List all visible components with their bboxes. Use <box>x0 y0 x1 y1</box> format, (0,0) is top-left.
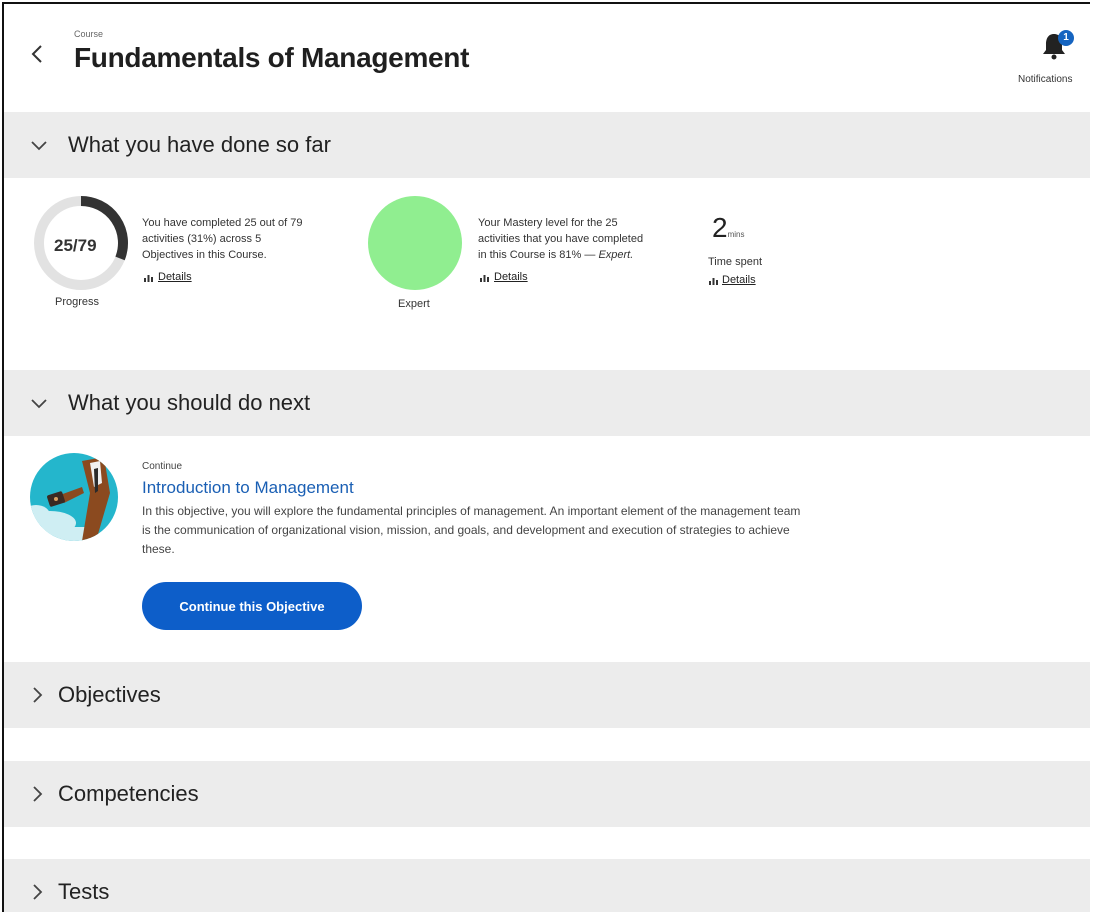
section-objectives-header[interactable]: Objectives <box>4 662 1090 728</box>
mastery-description: Your Mastery level for the 25 activities… <box>478 215 643 263</box>
section-done-title: What you have done so far <box>68 132 331 157</box>
mastery-details-link[interactable]: Details <box>494 271 528 283</box>
notifications-button[interactable]: 1 Notifications <box>1014 28 1090 90</box>
objective-description: In this objective, you will explore the … <box>142 504 801 556</box>
section-tests-title: Tests <box>58 879 110 904</box>
progress-caption: Progress <box>55 296 100 308</box>
progress-value: 25/79 <box>54 236 97 255</box>
mastery-level-text: Expert. <box>598 249 634 261</box>
bar-chart-icon <box>480 275 489 282</box>
mastery-description-line-3: in this Course is 81% — Expert. <box>478 247 643 263</box>
mastery-circle <box>368 196 462 290</box>
bar-chart-icon <box>709 278 718 285</box>
time-spent-value: 2 <box>712 212 728 243</box>
page-frame: Course Fundamentals of Management 1 Noti… <box>2 2 1090 912</box>
page-title: Fundamentals of Management <box>74 42 470 73</box>
objective-title-link[interactable]: Introduction to Management <box>142 478 354 498</box>
section-competencies-header[interactable]: Competencies <box>4 761 1090 827</box>
section-done-header[interactable]: What you have done so far <box>4 112 1090 178</box>
section-next-title: What you should do next <box>68 390 311 415</box>
back-arrow-icon[interactable] <box>26 40 48 68</box>
continue-label: Continue <box>142 461 183 472</box>
progress-description: You have completed 25 out of 79 activiti… <box>142 215 302 263</box>
mastery-description-line: Your Mastery level for the 25 <box>478 217 618 229</box>
progress-description-line: activities (31%) across 5 <box>142 233 262 245</box>
chevron-down-icon <box>31 399 47 409</box>
continue-objective-button[interactable]: Continue this Objective <box>142 582 362 630</box>
time-spent-unit: mins <box>727 230 745 239</box>
section-competencies-title: Competencies <box>58 781 199 806</box>
time-spent-caption: Time spent <box>708 256 763 268</box>
mastery-description-line: activities that you have completed <box>478 233 644 245</box>
mastery-description-text: in this Course is 81% — <box>478 249 599 261</box>
mastery-caption: Expert <box>398 298 430 310</box>
progress-description-line: Objectives in this Course. <box>142 249 267 261</box>
chevron-down-icon <box>31 141 47 151</box>
course-label: Course <box>74 29 104 39</box>
notifications-label: Notifications <box>1018 74 1073 85</box>
section-objectives-title: Objectives <box>58 682 161 707</box>
chevron-right-icon <box>33 884 43 900</box>
time-details-link[interactable]: Details <box>722 274 756 286</box>
objective-illustration <box>30 453 118 541</box>
bar-chart-icon <box>144 275 153 282</box>
chevron-right-icon <box>33 786 43 802</box>
notification-count-badge: 1 <box>1058 30 1074 46</box>
chevron-right-icon <box>33 687 43 703</box>
time-spent-value-group: 2mins <box>712 212 744 244</box>
progress-description-line: You have completed 25 out of 79 <box>142 217 303 229</box>
progress-details-link[interactable]: Details <box>158 271 192 283</box>
page-header: Course Fundamentals of Management 1 Noti… <box>4 4 1090 112</box>
section-next-header[interactable]: What you should do next <box>4 370 1090 436</box>
section-tests-header[interactable]: Tests <box>4 859 1090 912</box>
